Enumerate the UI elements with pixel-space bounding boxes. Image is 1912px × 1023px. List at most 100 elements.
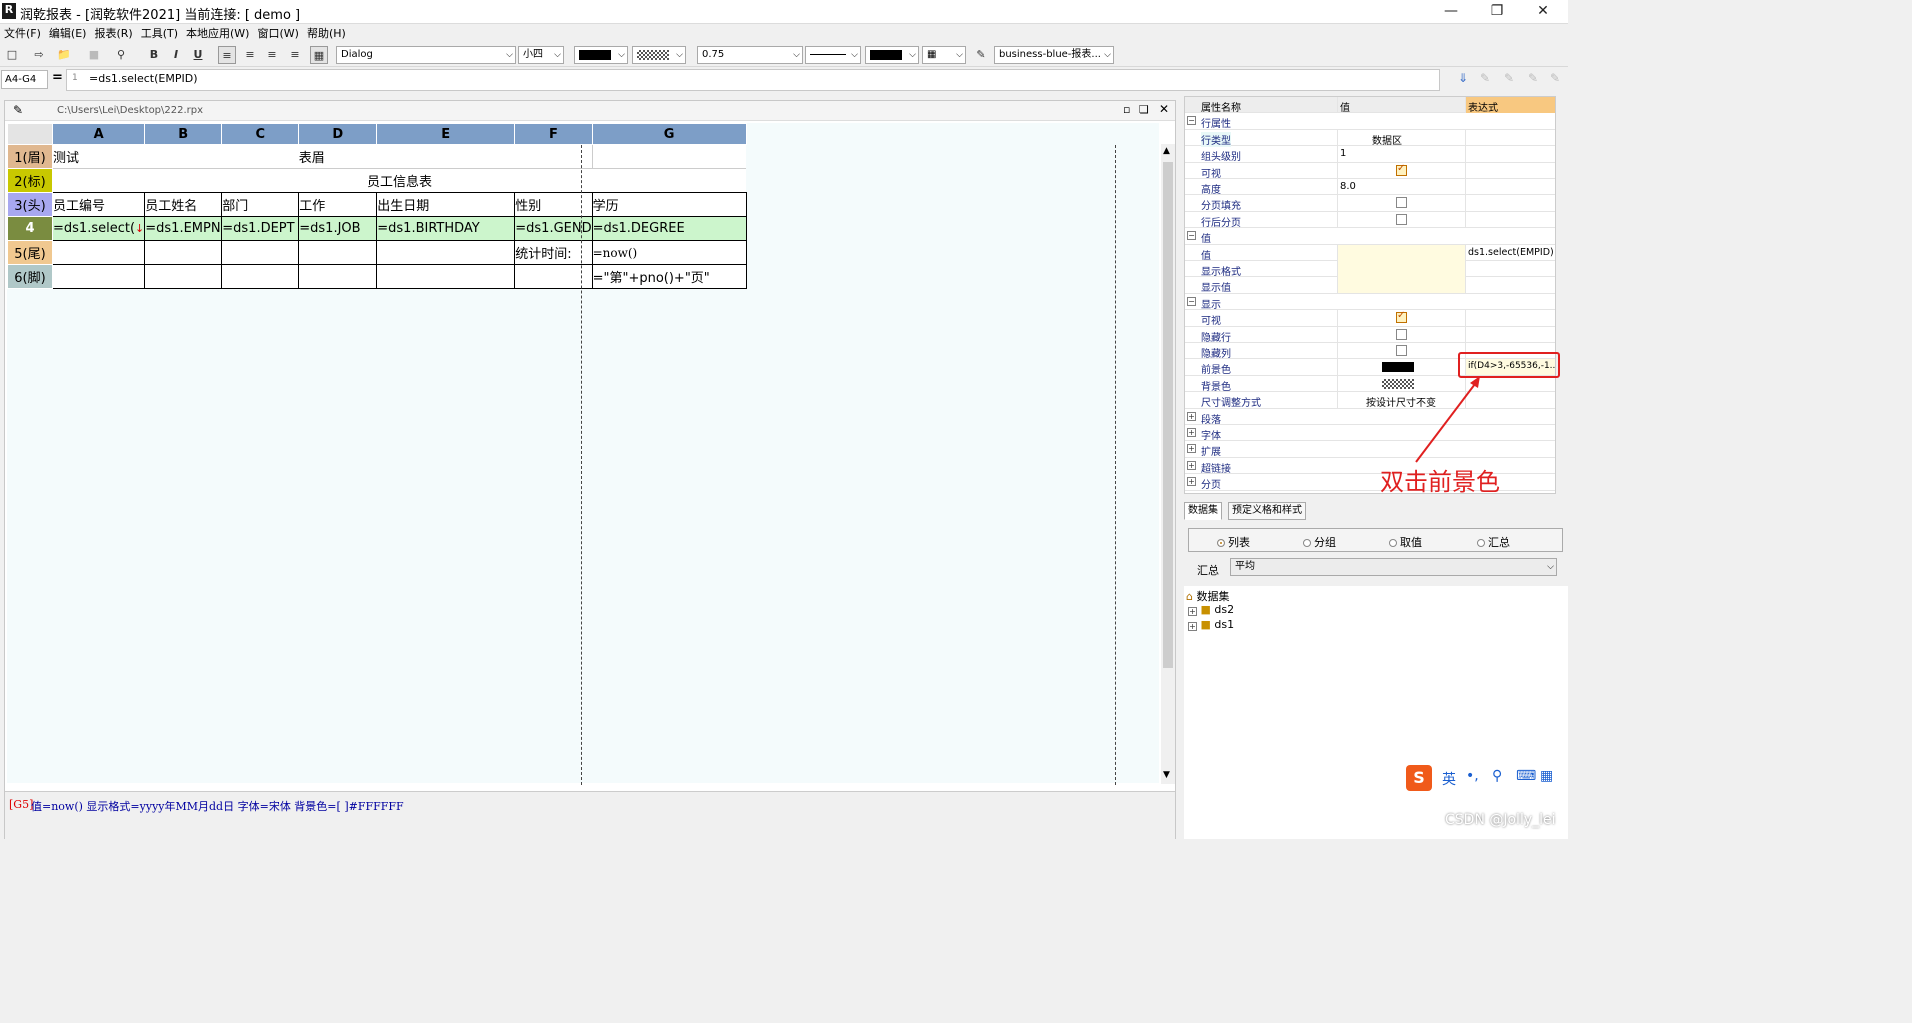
- row-header-5[interactable]: 5(尾): [7, 240, 53, 265]
- download-icon[interactable]: ⇓: [1458, 71, 1468, 85]
- prop-value[interactable]: [1337, 195, 1465, 212]
- expand-icon[interactable]: +: [1188, 607, 1197, 616]
- cell-d3[interactable]: 工作: [298, 192, 378, 217]
- cell-d5[interactable]: [298, 240, 378, 265]
- prop-expr[interactable]: [1465, 129, 1555, 146]
- font-family-select[interactable]: Dialog ⌵: [336, 46, 516, 64]
- fill-color-select[interactable]: ⌵: [632, 46, 686, 64]
- expand-icon[interactable]: +: [1187, 460, 1196, 470]
- column-header-a[interactable]: A: [51, 123, 146, 145]
- column-header-e[interactable]: E: [376, 123, 516, 145]
- align-left-icon[interactable]: ≡: [218, 46, 236, 64]
- ime-logo-icon[interactable]: S: [1406, 765, 1432, 791]
- prop-value[interactable]: 1: [1337, 146, 1465, 163]
- prop-disp-visible[interactable]: 可视: [1185, 310, 1555, 327]
- prop-cell-value[interactable]: 值 ds1.select(EMPID): [1185, 244, 1555, 262]
- close-button[interactable]: ✕: [1520, 0, 1566, 24]
- menu-help[interactable]: 帮助(H): [303, 24, 350, 43]
- line-width-select[interactable]: 0.75 ⌵: [697, 46, 803, 64]
- cell-d6[interactable]: [298, 264, 378, 289]
- cell-a6[interactable]: [51, 264, 146, 289]
- radio-value[interactable]: 取值: [1389, 534, 1422, 550]
- cell-g3[interactable]: 学历: [591, 192, 747, 217]
- prop-value[interactable]: [1337, 310, 1465, 327]
- expand-icon[interactable]: +: [1187, 477, 1196, 487]
- group-row-font[interactable]: + 字体: [1185, 425, 1555, 442]
- maximize-button[interactable]: ❐: [1474, 0, 1520, 24]
- prop-resize-mode[interactable]: 尺寸调整方式 按设计尺寸不变: [1185, 392, 1555, 409]
- cell-b6[interactable]: [144, 264, 223, 289]
- border-color-select[interactable]: ⌵: [865, 46, 919, 64]
- prop-expr[interactable]: [1465, 277, 1555, 294]
- justify-icon[interactable]: ≡: [286, 46, 304, 64]
- prop-value[interactable]: [1337, 343, 1465, 359]
- ime-lang[interactable]: 英: [1442, 769, 1456, 789]
- tool-icon[interactable]: ✎: [1480, 71, 1490, 85]
- cell-g5[interactable]: =now(): [591, 240, 747, 265]
- report-title-cell[interactable]: 员工信息表: [52, 168, 747, 193]
- menu-file[interactable]: 文件(F): [0, 24, 45, 43]
- group-row-hyperlink[interactable]: + 超链接: [1185, 457, 1555, 475]
- page-fill-checkbox[interactable]: [1396, 197, 1407, 209]
- scroll-up-icon[interactable]: ▲: [1163, 146, 1170, 156]
- cell-d4[interactable]: =ds1.JOB: [298, 216, 378, 241]
- prop-height[interactable]: 高度 8.0: [1185, 179, 1555, 196]
- wrap-icon[interactable]: ▦: [310, 46, 328, 64]
- doc-minimize-icon[interactable]: ▫: [1123, 103, 1130, 116]
- expand-icon[interactable]: +: [1187, 444, 1196, 454]
- bold-icon[interactable]: B: [145, 46, 163, 64]
- line-style-select[interactable]: ⌵: [805, 46, 861, 64]
- cell-c5[interactable]: [221, 240, 300, 265]
- text-color-select[interactable]: ⌵: [574, 46, 628, 64]
- row-header-3[interactable]: 3(头): [7, 192, 53, 217]
- cell-a5[interactable]: [51, 240, 146, 265]
- prop-value[interactable]: [1337, 326, 1465, 343]
- tool-icon[interactable]: ✎: [1550, 71, 1560, 85]
- prop-visible[interactable]: 可视: [1185, 162, 1555, 180]
- prop-value[interactable]: 数据区: [1337, 129, 1465, 147]
- row-header-1[interactable]: 1(眉): [7, 144, 53, 169]
- prop-expr[interactable]: [1465, 162, 1555, 179]
- radio-list[interactable]: 列表: [1217, 534, 1250, 550]
- cell-d1[interactable]: 表眉: [298, 144, 377, 169]
- italic-icon[interactable]: I: [167, 46, 185, 64]
- prop-hide-row[interactable]: 隐藏行: [1185, 326, 1555, 344]
- font-size-select[interactable]: 小四 ⌵: [518, 46, 564, 64]
- prop-value[interactable]: [1337, 211, 1465, 228]
- tab-datasets[interactable]: 数据集: [1184, 502, 1222, 520]
- prop-group-level[interactable]: 组头级别 1: [1185, 146, 1555, 163]
- tree-item-ds2[interactable]: + ■ ds2: [1188, 603, 1234, 616]
- cell-b4[interactable]: =ds1.EMPN: [144, 216, 223, 241]
- group-row-paging[interactable]: + 分页: [1185, 474, 1555, 491]
- column-header-f[interactable]: F: [514, 123, 593, 145]
- cell-e3[interactable]: 出生日期: [376, 192, 516, 217]
- cell-g1[interactable]: [591, 144, 747, 169]
- prop-expr[interactable]: [1465, 326, 1555, 343]
- radio-aggregate[interactable]: 汇总: [1477, 534, 1510, 550]
- tab-predefined-styles[interactable]: 预定义格和样式: [1228, 502, 1306, 520]
- corner-cell[interactable]: [7, 123, 53, 145]
- prop-value[interactable]: [1337, 277, 1465, 294]
- prop-expr[interactable]: [1465, 179, 1555, 195]
- import-icon[interactable]: ⇨: [30, 46, 48, 64]
- prop-value[interactable]: [1337, 162, 1465, 179]
- hide-row-checkbox[interactable]: [1396, 328, 1407, 340]
- microphone-icon[interactable]: ⚲: [1492, 768, 1502, 784]
- cell-b5[interactable]: [144, 240, 223, 265]
- prop-display-value[interactable]: 显示值: [1185, 277, 1555, 294]
- column-header-c[interactable]: C: [221, 123, 300, 145]
- column-header-g[interactable]: G: [591, 123, 747, 145]
- menu-local-apps[interactable]: 本地应用(W): [182, 24, 253, 43]
- cell-a3[interactable]: 员工编号: [51, 192, 146, 217]
- group-row-paragraph[interactable]: + 段落: [1185, 408, 1555, 426]
- group-row-display[interactable]: − 显示: [1185, 293, 1555, 311]
- collapse-icon[interactable]: −: [1187, 296, 1196, 306]
- grid-menu-icon[interactable]: ▦: [1540, 768, 1553, 784]
- align-right-icon[interactable]: ≡: [263, 46, 281, 64]
- keyboard-icon[interactable]: ⌨: [1516, 768, 1536, 784]
- row-header-4[interactable]: 4: [7, 216, 53, 241]
- scroll-down-icon[interactable]: ▼: [1163, 770, 1170, 780]
- page-after-checkbox[interactable]: [1396, 213, 1407, 225]
- cell-g6[interactable]: ="第"+pno()+"页": [591, 264, 747, 289]
- collapse-icon[interactable]: −: [1187, 116, 1196, 126]
